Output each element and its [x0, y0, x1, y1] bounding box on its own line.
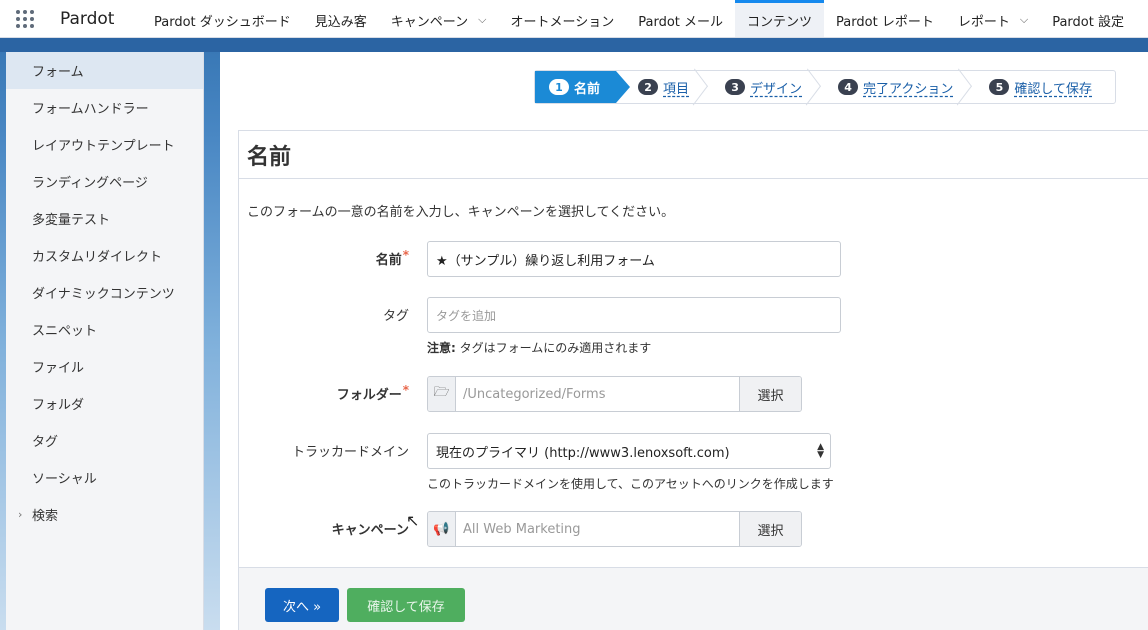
next-button[interactable]: 次へ » [265, 588, 339, 622]
sidebar-item[interactable]: フォームハンドラー [6, 89, 203, 126]
sidebar-item[interactable]: › 検索 [6, 496, 203, 533]
sidebar-item[interactable]: フォーム [6, 52, 203, 89]
nav-item[interactable]: コンテンツ [735, 0, 825, 37]
tracker-value: 現在のプライマリ (http://www3.lenoxsoft.com) [436, 445, 730, 461]
main-content: 1 名前 2 項目 3 デザイン 4 完了アクション 5 確認して保存 名前 このフォームの一意の… [220, 52, 1148, 630]
nav-item[interactable]: Pardot ダッシュボード [142, 0, 303, 37]
nav-item-label: 見込み客 [314, 14, 367, 30]
nav-item[interactable]: キャンペーン ⌵ [379, 0, 499, 37]
sidebar-item[interactable]: ファイル [6, 348, 203, 385]
sidebar-item-label: フォーム [32, 65, 84, 80]
tracker-note: このトラッカードメインを使用して、このアセットへのリンクを作成します [427, 477, 834, 491]
chevron-down-icon[interactable]: ⌵ [478, 13, 486, 27]
wizard-step[interactable]: 4 完了アクション [816, 68, 973, 106]
step-label: 名前 [574, 81, 601, 97]
sidebar-item[interactable]: レイアウトテンプレート [6, 126, 203, 163]
required-mark: * [402, 383, 409, 397]
nav-item-label: Pardot ダッシュボード [154, 14, 291, 30]
sidebar-item-label: 検索 [32, 509, 59, 524]
select-arrows-icon: ▲ ▼ [817, 442, 824, 460]
nav-item-label: コンテンツ [747, 14, 813, 30]
nav-item[interactable]: レポート ⌵ [946, 0, 1040, 37]
wizard-step[interactable]: 1 名前 [535, 71, 631, 103]
campaign-picker: 📢 All Web Marketing 選択 [427, 511, 802, 547]
header-band [0, 38, 1148, 52]
step-label: 確認して保存 [1014, 81, 1093, 97]
sidebar-item-label: フォルダ [32, 398, 85, 413]
nav-item[interactable]: Pardot 設定 [1040, 0, 1136, 37]
sidebar-item[interactable]: ダイナミックコンテンツ [6, 274, 203, 311]
step-number: 2 [638, 79, 659, 95]
mouse-cursor-icon: ↖ [406, 511, 420, 530]
sidebar-item-label: ランディングページ [32, 176, 148, 191]
nav-item-label: Pardot メール [638, 14, 724, 30]
nav-item-label: Pardot レポート [836, 14, 934, 30]
wizard-steps: 1 名前 2 項目 3 デザイン 4 完了アクション 5 確認して保存 [534, 68, 1116, 106]
chevron-right-icon: › [18, 508, 23, 521]
sidebar-item[interactable]: カスタムリダイレクト [6, 237, 203, 274]
nav-item-label: オートメーション [510, 14, 615, 30]
folder-select-button[interactable]: 選択 [739, 377, 801, 411]
sidebar: フォームフォームハンドラーレイアウトテンプレート ランディングページ 多変量テストカ… [6, 52, 204, 630]
folder-field[interactable]: /Uncategorized/Forms [456, 377, 739, 411]
sidebar-item-label: ソーシャル [32, 472, 97, 487]
nav-items: Pardot ダッシュボード 見込み客 キャンペーン ⌵ オートメーション Pardot … [142, 0, 1136, 37]
folder-picker: 🗁 /Uncategorized/Forms 選択 [427, 376, 802, 412]
form-footer: 次へ » 確認して保存 [239, 567, 1148, 630]
step-number: 4 [838, 79, 859, 95]
sidebar-item-label: レイアウトテンプレート [32, 139, 175, 154]
nav-item[interactable]: Pardot メール [626, 0, 735, 37]
sidebar-item-label: ファイル [32, 361, 85, 376]
name-input[interactable]: ★（サンプル）繰り返し利用フォーム [427, 241, 841, 277]
sidebar-item-label: ダイナミックコンテンツ [32, 287, 175, 302]
chevron-down-icon[interactable]: ⌵ [1020, 13, 1028, 27]
tag-input[interactable]: タグを追加 [427, 297, 841, 333]
sidebar-item[interactable]: 多変量テスト [6, 200, 203, 237]
campaign-select-button[interactable]: 選択 [739, 512, 801, 546]
sidebar-item[interactable]: スニペット [6, 311, 203, 348]
app-launcher-icon[interactable] [0, 0, 50, 37]
sidebar-item-label: 多変量テスト [32, 213, 111, 228]
sidebar-item-label: タグ [32, 435, 59, 450]
nav-item-label: レポート [957, 14, 1010, 30]
tracker-label: トラッカードメイン [291, 445, 409, 460]
sidebar-item-label: フォームハンドラー [32, 102, 149, 117]
folder-icon: 🗁 [428, 377, 456, 411]
wizard-step[interactable]: 5 確認して保存 [967, 71, 1106, 103]
sidebar-item[interactable]: ランディングページ [6, 163, 203, 200]
sidebar-item[interactable]: ソーシャル [6, 459, 203, 496]
nav-item[interactable]: 見込み客 [303, 0, 379, 37]
page-title: 名前 [239, 131, 1148, 179]
sidebar-item[interactable]: フォルダ [6, 385, 203, 422]
megaphone-icon: 📢 [428, 512, 456, 546]
tag-label: タグ [382, 309, 409, 324]
step-number: 5 [989, 79, 1010, 95]
step-number: 3 [725, 79, 746, 95]
nav-item-label: キャンペーン [390, 14, 469, 30]
sidebar-item-label: カスタムリダイレクト [32, 250, 163, 265]
tag-note: 注意: タグはフォームにのみ適用されます [427, 341, 652, 355]
tracker-select[interactable]: 現在のプライマリ (http://www3.lenoxsoft.com) ▲ ▼ [427, 433, 831, 469]
folder-label: フォルダー* [336, 383, 409, 403]
campaign-field[interactable]: All Web Marketing [456, 512, 739, 546]
sidebar-item-label: スニペット [32, 324, 98, 339]
name-label: 名前* [375, 248, 409, 268]
nav-item[interactable]: オートメーション [499, 0, 627, 37]
wizard-step[interactable]: 3 デザイン [703, 68, 822, 106]
form-panel: 名前 このフォームの一意の名前を入力し、キャンペーンを選択してください。 名前*… [238, 130, 1148, 630]
nav-item[interactable]: Pardot レポート [824, 0, 946, 37]
sidebar-item[interactable]: タグ [6, 422, 203, 459]
required-mark: * [402, 248, 409, 262]
global-nav: Pardot Pardot ダッシュボード 見込み客 キャンペーン ⌵ オートメーション… [0, 0, 1148, 38]
step-label: 完了アクション [863, 81, 954, 97]
step-number: 1 [549, 79, 569, 95]
confirm-save-button[interactable]: 確認して保存 [347, 588, 465, 622]
form-description: このフォームの一意の名前を入力し、キャンペーンを選択してください。 [247, 205, 675, 220]
nav-item-label: Pardot 設定 [1052, 14, 1124, 30]
campaign-label: キャンペーン [331, 523, 409, 538]
app-name: Pardot [60, 8, 115, 29]
